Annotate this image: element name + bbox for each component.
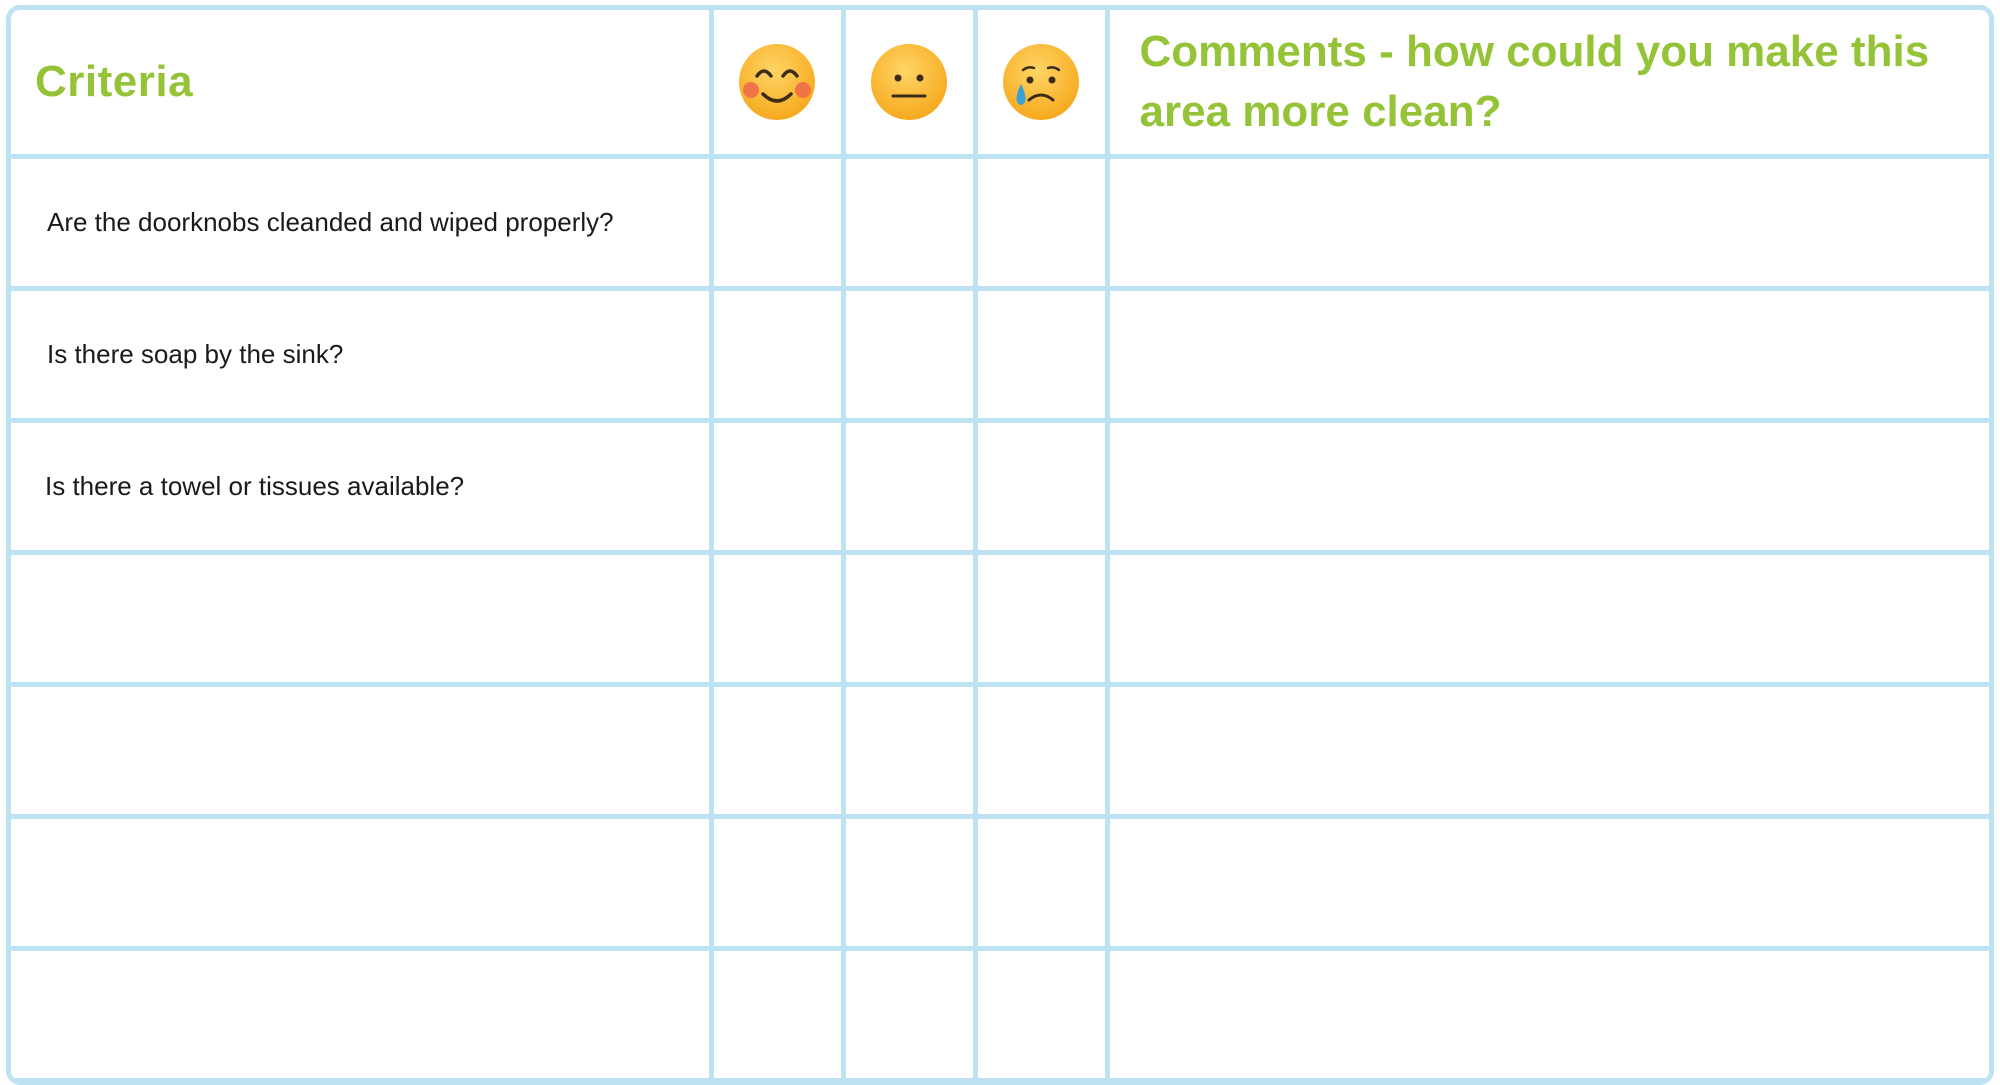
table-row xyxy=(11,681,1989,819)
table-row xyxy=(11,549,1989,687)
criteria-table: Criteria Comments - how could you make t… xyxy=(11,10,1989,1080)
criterion-cell[interactable] xyxy=(11,945,714,1080)
sad-face-icon xyxy=(1003,43,1079,120)
comments-cell[interactable] xyxy=(1104,945,1989,1080)
happy-rating-cell[interactable] xyxy=(708,417,846,555)
neutral-rating-cell[interactable] xyxy=(840,417,978,555)
table-row: Are the doorknobs cleanded and wiped pro… xyxy=(11,153,1989,291)
sad-rating-cell[interactable] xyxy=(972,549,1110,687)
criterion-cell[interactable] xyxy=(11,813,714,951)
criterion-cell: Is there soap by the sink? xyxy=(11,285,714,423)
criterion-cell: Is there a towel or tissues available? xyxy=(11,417,714,555)
criterion-cell[interactable] xyxy=(11,681,714,819)
neutral-column-header xyxy=(840,10,978,159)
happy-rating-cell[interactable] xyxy=(708,681,846,819)
neutral-rating-cell[interactable] xyxy=(840,549,978,687)
comments-cell[interactable] xyxy=(1104,153,1989,291)
criteria-header: Criteria xyxy=(11,10,714,159)
sad-rating-cell[interactable] xyxy=(972,417,1110,555)
neutral-rating-cell[interactable] xyxy=(840,681,978,819)
feedback-sheet: Criteria Comments - how could you make t… xyxy=(6,5,1994,1085)
comments-header: Comments - how could you make this area … xyxy=(1104,10,1989,159)
neutral-rating-cell[interactable] xyxy=(840,945,978,1080)
neutral-rating-cell[interactable] xyxy=(840,153,978,291)
happy-rating-cell[interactable] xyxy=(708,285,846,423)
criterion-cell[interactable] xyxy=(11,549,714,687)
sad-rating-cell[interactable] xyxy=(972,285,1110,423)
table-row xyxy=(11,945,1989,1080)
table-row xyxy=(11,813,1989,951)
sad-column-header xyxy=(972,10,1110,159)
smiling-face-icon xyxy=(739,43,815,120)
happy-column-header xyxy=(708,10,846,159)
sad-rating-cell[interactable] xyxy=(972,945,1110,1080)
table-row: Is there soap by the sink? xyxy=(11,285,1989,423)
table-row: Is there a towel or tissues available? xyxy=(11,417,1989,555)
happy-rating-cell[interactable] xyxy=(708,549,846,687)
sad-rating-cell[interactable] xyxy=(972,681,1110,819)
header-row: Criteria Comments - how could you make t… xyxy=(11,10,1989,159)
neutral-rating-cell[interactable] xyxy=(840,285,978,423)
comments-cell[interactable] xyxy=(1104,813,1989,951)
neutral-face-icon xyxy=(871,43,947,120)
comments-cell[interactable] xyxy=(1104,681,1989,819)
comments-cell[interactable] xyxy=(1104,549,1989,687)
happy-rating-cell[interactable] xyxy=(708,813,846,951)
criterion-cell: Are the doorknobs cleanded and wiped pro… xyxy=(11,153,714,291)
comments-cell[interactable] xyxy=(1104,285,1989,423)
sad-rating-cell[interactable] xyxy=(972,153,1110,291)
happy-rating-cell[interactable] xyxy=(708,945,846,1080)
comments-cell[interactable] xyxy=(1104,417,1989,555)
neutral-rating-cell[interactable] xyxy=(840,813,978,951)
sad-rating-cell[interactable] xyxy=(972,813,1110,951)
happy-rating-cell[interactable] xyxy=(708,153,846,291)
